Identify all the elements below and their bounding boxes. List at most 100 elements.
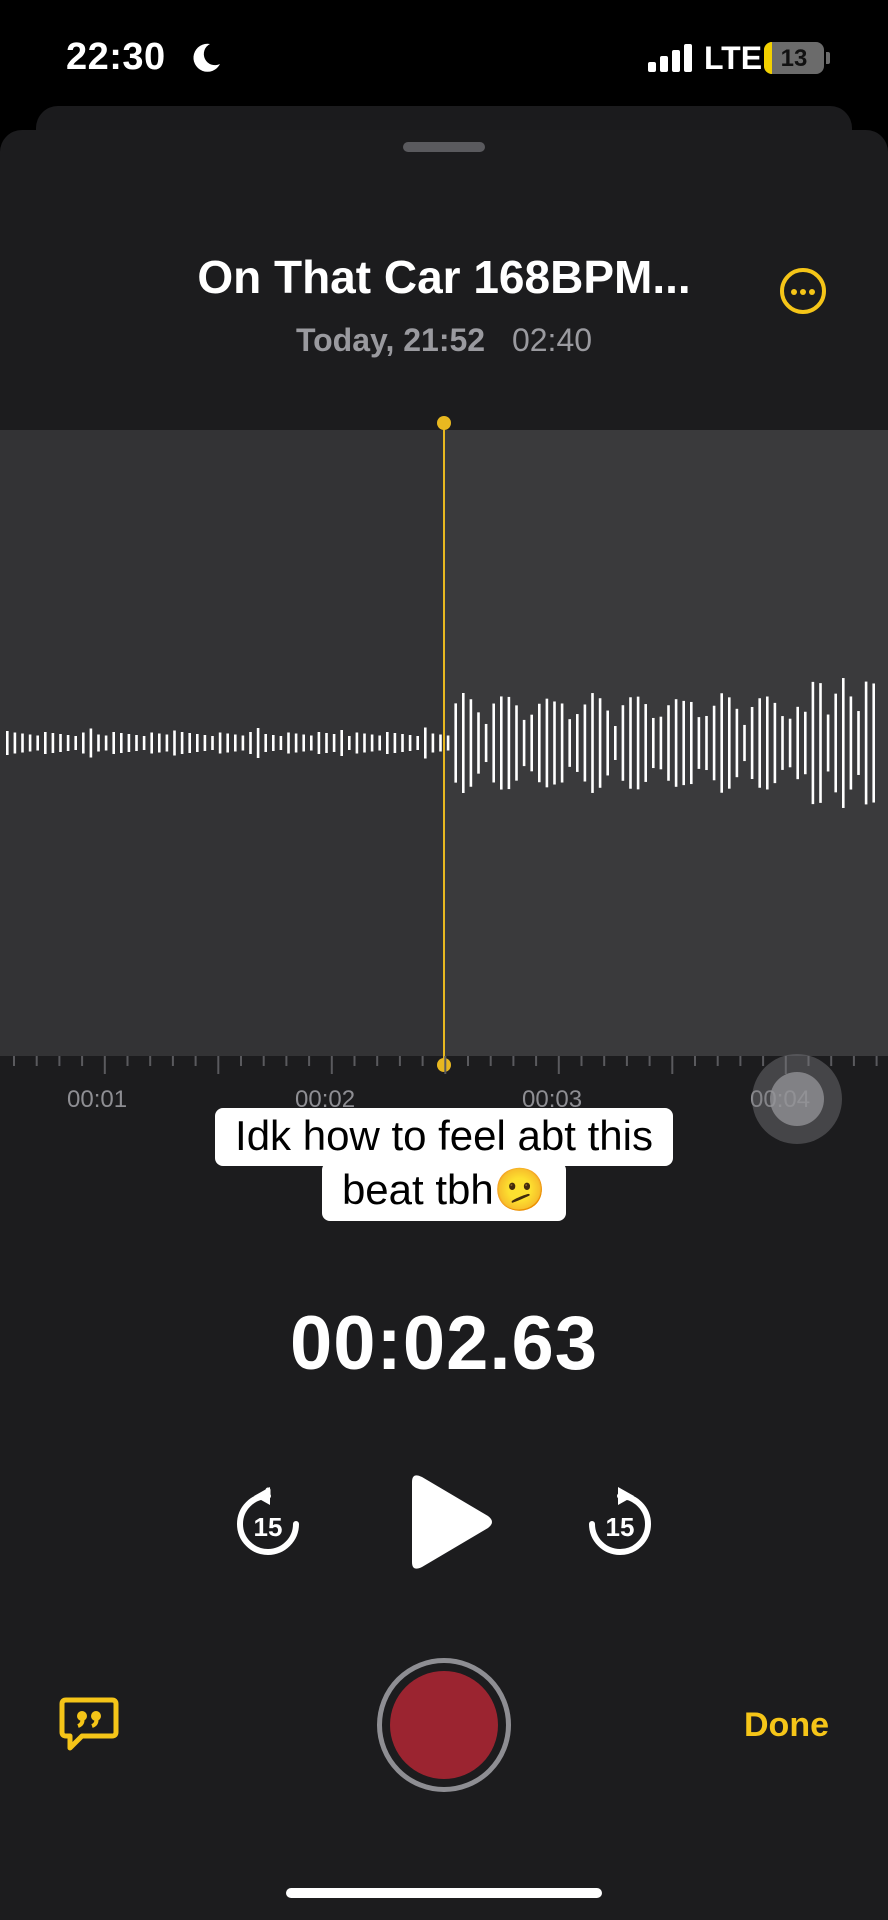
skip-forward-label: 15: [606, 1512, 635, 1542]
waveform-bar: [325, 733, 328, 753]
waveform-bar: [59, 734, 62, 752]
waveform-bar: [872, 683, 875, 803]
more-options-button[interactable]: [780, 268, 826, 314]
waveform-bar: [401, 734, 404, 752]
waveform-bar: [370, 734, 374, 752]
waveform-bar: [826, 714, 830, 772]
waveform-bar: [310, 735, 313, 751]
waveform-bar: [294, 733, 298, 753]
waveform-bar: [256, 728, 260, 758]
waveform-bar: [386, 732, 389, 754]
waveform-bar: [484, 723, 488, 763]
waveform-bar: [28, 734, 32, 752]
done-button[interactable]: Done: [744, 1706, 829, 1745]
recording-duration: 02:40: [511, 322, 593, 358]
waveform-bar: [51, 733, 55, 753]
waveform-bar: [530, 714, 533, 772]
skip-forward-15-button[interactable]: 15: [580, 1484, 660, 1564]
battery-icon: 13: [764, 42, 824, 74]
waveform-bar: [583, 704, 587, 782]
waveform-bar: [279, 736, 283, 750]
waveform-bar: [834, 693, 837, 793]
waveform-bar: [591, 693, 594, 793]
waveform-bar: [211, 736, 214, 750]
waveform-bar: [264, 734, 267, 752]
waveform-bar: [621, 705, 625, 781]
waveform-bar: [218, 732, 222, 754]
recording-date: Today, 21:52: [295, 322, 486, 358]
waveform-bar: [842, 678, 845, 808]
waveform-bar: [416, 736, 419, 750]
waveform-bar: [766, 696, 769, 790]
waveform-bar: [142, 736, 146, 750]
waveform-bar: [758, 698, 761, 788]
waveform-bar: [682, 700, 685, 786]
status-bar: 22:30 LTE 13: [0, 0, 888, 110]
recording-meta: Today, 21:52 02:40: [0, 322, 888, 359]
waveform-bar: [150, 732, 153, 754]
waveform-bar: [188, 733, 191, 753]
waveform-bar: [796, 706, 799, 780]
waveform-bar: [234, 734, 237, 752]
waveform-bar: [97, 734, 100, 752]
waveform-bar: [66, 735, 70, 751]
waveform-bar: [553, 701, 556, 785]
waveform-bar: [355, 732, 359, 754]
status-time: 22:30: [66, 36, 166, 78]
cellular-signal-icon: [648, 44, 692, 72]
waveform-bar: [127, 734, 131, 752]
caption-overlay: Idk how to feel abt this: [0, 1108, 888, 1166]
waveform-bar: [196, 734, 199, 752]
waveform-bar: [446, 735, 450, 751]
waveform-bar: [180, 732, 184, 754]
waveform-bar: [408, 735, 412, 751]
waveform-bar: [667, 705, 670, 781]
waveform-bar: [538, 703, 541, 783]
waveform-bar: [302, 734, 305, 752]
recording-title[interactable]: On That Car 168BPM...: [0, 250, 888, 304]
playhead[interactable]: [443, 422, 445, 1066]
waveform-bar: [203, 735, 207, 751]
sheet-grabber[interactable]: [403, 142, 485, 152]
waveform-bar: [606, 710, 609, 776]
waveform-bar: [712, 705, 716, 781]
waveform-bar: [424, 727, 427, 759]
waveform-bar: [492, 703, 495, 783]
waveform-bar: [82, 732, 85, 754]
network-type: LTE: [704, 40, 763, 76]
waveform-bar: [317, 732, 321, 754]
skip-back-15-button[interactable]: 15: [228, 1484, 308, 1564]
battery-level: 13: [780, 45, 808, 72]
waveform-bar: [728, 697, 731, 789]
waveform-bar: [636, 696, 640, 790]
record-button[interactable]: [377, 1658, 511, 1792]
transcript-button[interactable]: [58, 1696, 120, 1752]
waveform-bar: [804, 711, 807, 775]
waveform-bar: [112, 732, 115, 754]
waveform-bar: [720, 693, 723, 793]
waveform-bar: [743, 724, 746, 762]
waveform-bar: [13, 732, 17, 754]
waveform-bar: [89, 728, 93, 758]
waveform-bar: [469, 699, 473, 787]
waveform-bar: [781, 716, 784, 770]
playhead-top-handle[interactable]: [437, 416, 451, 430]
waveform-bar: [74, 736, 77, 750]
waveform-bar: [226, 733, 229, 753]
waveform-bar: [598, 698, 602, 788]
waveform-bar: [378, 735, 381, 751]
waveform-bar: [705, 715, 708, 771]
waveform-bar: [857, 711, 860, 775]
waveform-bar: [348, 736, 351, 750]
waveform-bar: [864, 681, 868, 805]
skip-back-label: 15: [254, 1512, 283, 1542]
waveform-bar: [560, 703, 564, 783]
waveform-bar: [393, 733, 397, 753]
play-button[interactable]: [404, 1472, 494, 1572]
home-indicator[interactable]: [286, 1888, 602, 1898]
waveform-bar: [363, 733, 366, 753]
waveform-bar: [272, 735, 275, 751]
caption-line-2: beat tbh🫤: [321, 1162, 567, 1221]
waveform-bar: [644, 704, 647, 782]
waveform-bar: [104, 735, 108, 751]
